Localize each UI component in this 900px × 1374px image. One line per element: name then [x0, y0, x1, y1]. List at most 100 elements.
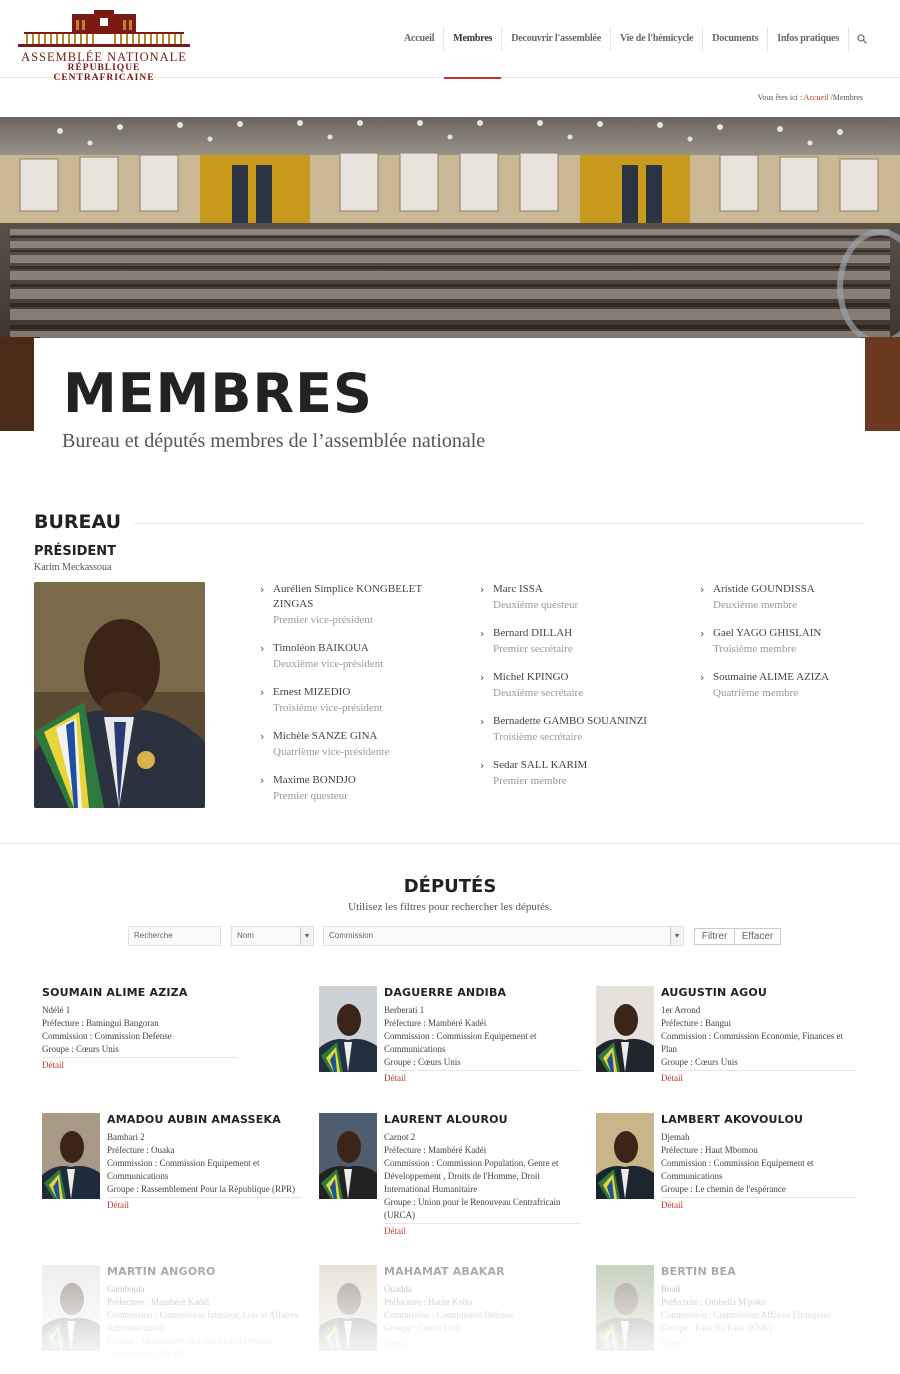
deputy-info-line: Préfecture : Mambéré Kadéi — [384, 1145, 487, 1155]
bureau-member-role: Quatrième membre — [713, 687, 799, 699]
deputy-info-line: Commission : Commission Defense — [42, 1031, 172, 1041]
president-photo — [34, 582, 205, 808]
bureau-member[interactable]: › Soumaine ALIME AZIZA Quatrième membre — [700, 670, 890, 702]
deputy-info-line: Groupe : Cœurs Unis — [42, 1044, 119, 1054]
deputy-info-line: Commission : Commission Equipement et Co… — [384, 1031, 537, 1054]
section-divider — [0, 843, 900, 844]
deputy-card[interactable]: SOUMAIN ALIME AZIZA Ndélé 1 Préfecture : B… — [42, 986, 304, 1106]
deputy-card[interactable]: LAURENT ALOUROU Carnot 2 Préfecture : Mamb… — [319, 1113, 581, 1236]
nav-membres[interactable]: Membres — [443, 27, 502, 79]
filter-button[interactable]: Filtrer — [694, 928, 735, 945]
deputy-info-line: Préfecture : Mambéré Kadéi — [384, 1018, 487, 1028]
search-icon — [856, 34, 867, 44]
chevron-right-icon: › — [260, 730, 265, 743]
logo-subtitle: RÉPUBLIQUE CENTRAFRICAINE — [53, 63, 155, 83]
nav-infos-pratiques[interactable]: Infos pratiques — [767, 27, 848, 51]
chevron-down-icon: ▾ — [670, 927, 683, 945]
chevron-right-icon: › — [260, 642, 265, 655]
deputy-details: Ndélé 1 Préfecture : Bamingui Bangoran Com… — [42, 1004, 238, 1058]
detail-link[interactable]: Détail — [384, 1072, 580, 1085]
bureau-member-name: Aristide GOUNDISSA — [713, 583, 815, 595]
bureau-member[interactable]: › Aurélien Simplice KONGBELET ZINGAS Premi… — [260, 582, 450, 629]
deputy-details: Djemah Préfecture : Haut Mbomou Commission… — [661, 1131, 857, 1198]
deputy-name[interactable]: SOUMAIN ALIME AZIZA — [42, 986, 188, 999]
deputy-photo — [596, 986, 654, 1072]
bureau-member-name: Gael YAGO GHISLAIN — [713, 627, 822, 639]
deputy-card[interactable]: AUGUSTIN AGOU 1er Arrond Préfecture : Bang… — [596, 986, 858, 1106]
bureau-member-role: Quatrième vice-présidente — [273, 746, 390, 758]
deputy-name[interactable]: AUGUSTIN AGOU — [661, 986, 767, 999]
bureau-member-role: Premier secrétaire — [493, 643, 573, 655]
page-subtitle: Bureau et députés membres de l’assemblée… — [62, 430, 486, 452]
bureau-member[interactable]: › Sedar SALL KARIM Premier membre — [480, 758, 670, 790]
clear-button[interactable]: Effacer — [734, 928, 781, 945]
deputy-info-line: Préfecture : Bangui — [661, 1018, 731, 1028]
bureau-member[interactable]: › Maxime BONDJO Premier questeur — [260, 773, 450, 805]
bureau-member[interactable]: › Michel KPINGO Deuxième secrétaire — [480, 670, 670, 702]
breadcrumb: Vous êtes ici : Accueil /Membres — [758, 93, 863, 102]
chevron-right-icon: › — [480, 583, 485, 596]
nav-accueil[interactable]: Accueil — [395, 27, 443, 51]
deputy-info-line: Commission : Commission Economie, Financ… — [661, 1031, 843, 1054]
search-input[interactable]: Recherche — [128, 926, 221, 946]
commission-select[interactable]: Commission ▾ — [323, 926, 684, 946]
bureau-member[interactable]: › Timoléon BAIKOUA Deuxième vice-président — [260, 641, 450, 673]
bureau-member[interactable]: › Bernadette GAMBO SOUANINZI Troisième sec… — [480, 714, 670, 746]
bureau-member[interactable]: › Aristide GOUNDISSA Deuxième membre — [700, 582, 890, 614]
deputy-name[interactable]: LAMBERT AKOVOULOU — [661, 1113, 803, 1126]
deputy-info-line: Djemah — [661, 1132, 690, 1142]
deputy-card[interactable]: LAMBERT AKOVOULOU Djemah Préfecture : Haut… — [596, 1113, 858, 1233]
deputy-name[interactable]: DAGUERRE ANDIBA — [384, 986, 506, 999]
deputy-info-line: Carnot 2 — [384, 1132, 416, 1142]
bureau-member[interactable]: › Michèle SANZE GINA Quatrième vice-présid… — [260, 729, 450, 761]
bureau-member-role: Troisième vice-président — [273, 702, 383, 714]
breadcrumb-current: Membres — [832, 93, 863, 102]
president-name: Karim Meckassoua — [34, 562, 112, 573]
bureau-member-role: Premier questeur — [273, 790, 348, 802]
bureau-member-role: Troisième membre — [713, 643, 796, 655]
detail-link[interactable]: Détail — [42, 1059, 238, 1072]
parliament-building-icon — [18, 10, 190, 47]
deputy-card[interactable]: AMADOU AUBIN AMASSEKA Bambari 2 Préfecture… — [42, 1113, 304, 1233]
deputy-info-line: Ndélé 1 — [42, 1005, 71, 1015]
deputy-info-line: Commission : Commission Equipement et Co… — [107, 1158, 260, 1181]
bureau-column-3: › Aristide GOUNDISSA Deuxième membre › Gael… — [700, 582, 890, 714]
bureau-member[interactable]: › Ernest MIZEDIO Troisième vice-président — [260, 685, 450, 717]
president-heading: PRÉSIDENT — [34, 544, 117, 559]
bureau-member[interactable]: › Marc ISSA Deuxième questeur — [480, 582, 670, 614]
bureau-heading: BUREAU — [34, 511, 122, 533]
bureau-member-role: Troisième secrétaire — [493, 731, 583, 743]
deputy-name[interactable]: AMADOU AUBIN AMASSEKA — [107, 1113, 281, 1126]
assembly-logo[interactable]: ASSEMBLÉE NATIONALE RÉPUBLIQUE CENTRAFRI… — [18, 10, 193, 83]
breadcrumb-home-link[interactable]: Accueil — [804, 93, 829, 102]
deputy-details: 1er Arrond Préfecture : Bangui Commission … — [661, 1004, 857, 1071]
deputy-card[interactable]: DAGUERRE ANDIBA Berberati 1 Préfecture : M… — [319, 986, 581, 1106]
chevron-right-icon: › — [480, 715, 485, 728]
detail-link[interactable]: Détail — [661, 1072, 857, 1085]
deputy-photo — [42, 1113, 100, 1199]
deputy-name[interactable]: LAURENT ALOUROU — [384, 1113, 508, 1126]
deputy-info: Carnot 2 Préfecture : Mambéré Kadéi Commis… — [384, 1131, 580, 1238]
nav-vie-hemicycle[interactable]: Vie de l'hémicycle — [610, 27, 702, 51]
deputy-info-line: Préfecture : Ouaka — [107, 1145, 175, 1155]
main-nav: Accueil Membres Decouvrir l'assemblée Vi… — [395, 0, 874, 79]
list-fade-overlay — [0, 1255, 900, 1374]
search-button[interactable] — [848, 27, 874, 51]
bureau-member-role: Premier membre — [493, 775, 567, 787]
detail-link[interactable]: Détail — [107, 1199, 302, 1212]
bureau-member[interactable]: › Gael YAGO GHISLAIN Troisième membre — [700, 626, 890, 658]
bureau-member-name: Aurélien Simplice KONGBELET ZINGAS — [273, 583, 422, 610]
detail-link[interactable]: Détail — [661, 1199, 857, 1212]
deputy-info-line: Commission : Commission Population, Genr… — [384, 1158, 559, 1194]
sort-select-value: Nom — [237, 931, 254, 940]
chevron-right-icon: › — [700, 583, 705, 596]
deputy-photo — [596, 1113, 654, 1199]
nav-documents[interactable]: Documents — [702, 27, 767, 51]
detail-link[interactable]: Détail — [384, 1225, 580, 1238]
sort-select[interactable]: Nom ▾ — [231, 926, 314, 946]
nav-decouvrir[interactable]: Decouvrir l'assemblée — [501, 27, 610, 51]
bureau-column-2: › Marc ISSA Deuxième questeur › Bernard DIL… — [480, 582, 670, 802]
bureau-member-name: Michel KPINGO — [493, 671, 569, 683]
bureau-member-name: Michèle SANZE GINA — [273, 730, 378, 742]
bureau-member[interactable]: › Bernard DILLAH Premier secrétaire — [480, 626, 670, 658]
